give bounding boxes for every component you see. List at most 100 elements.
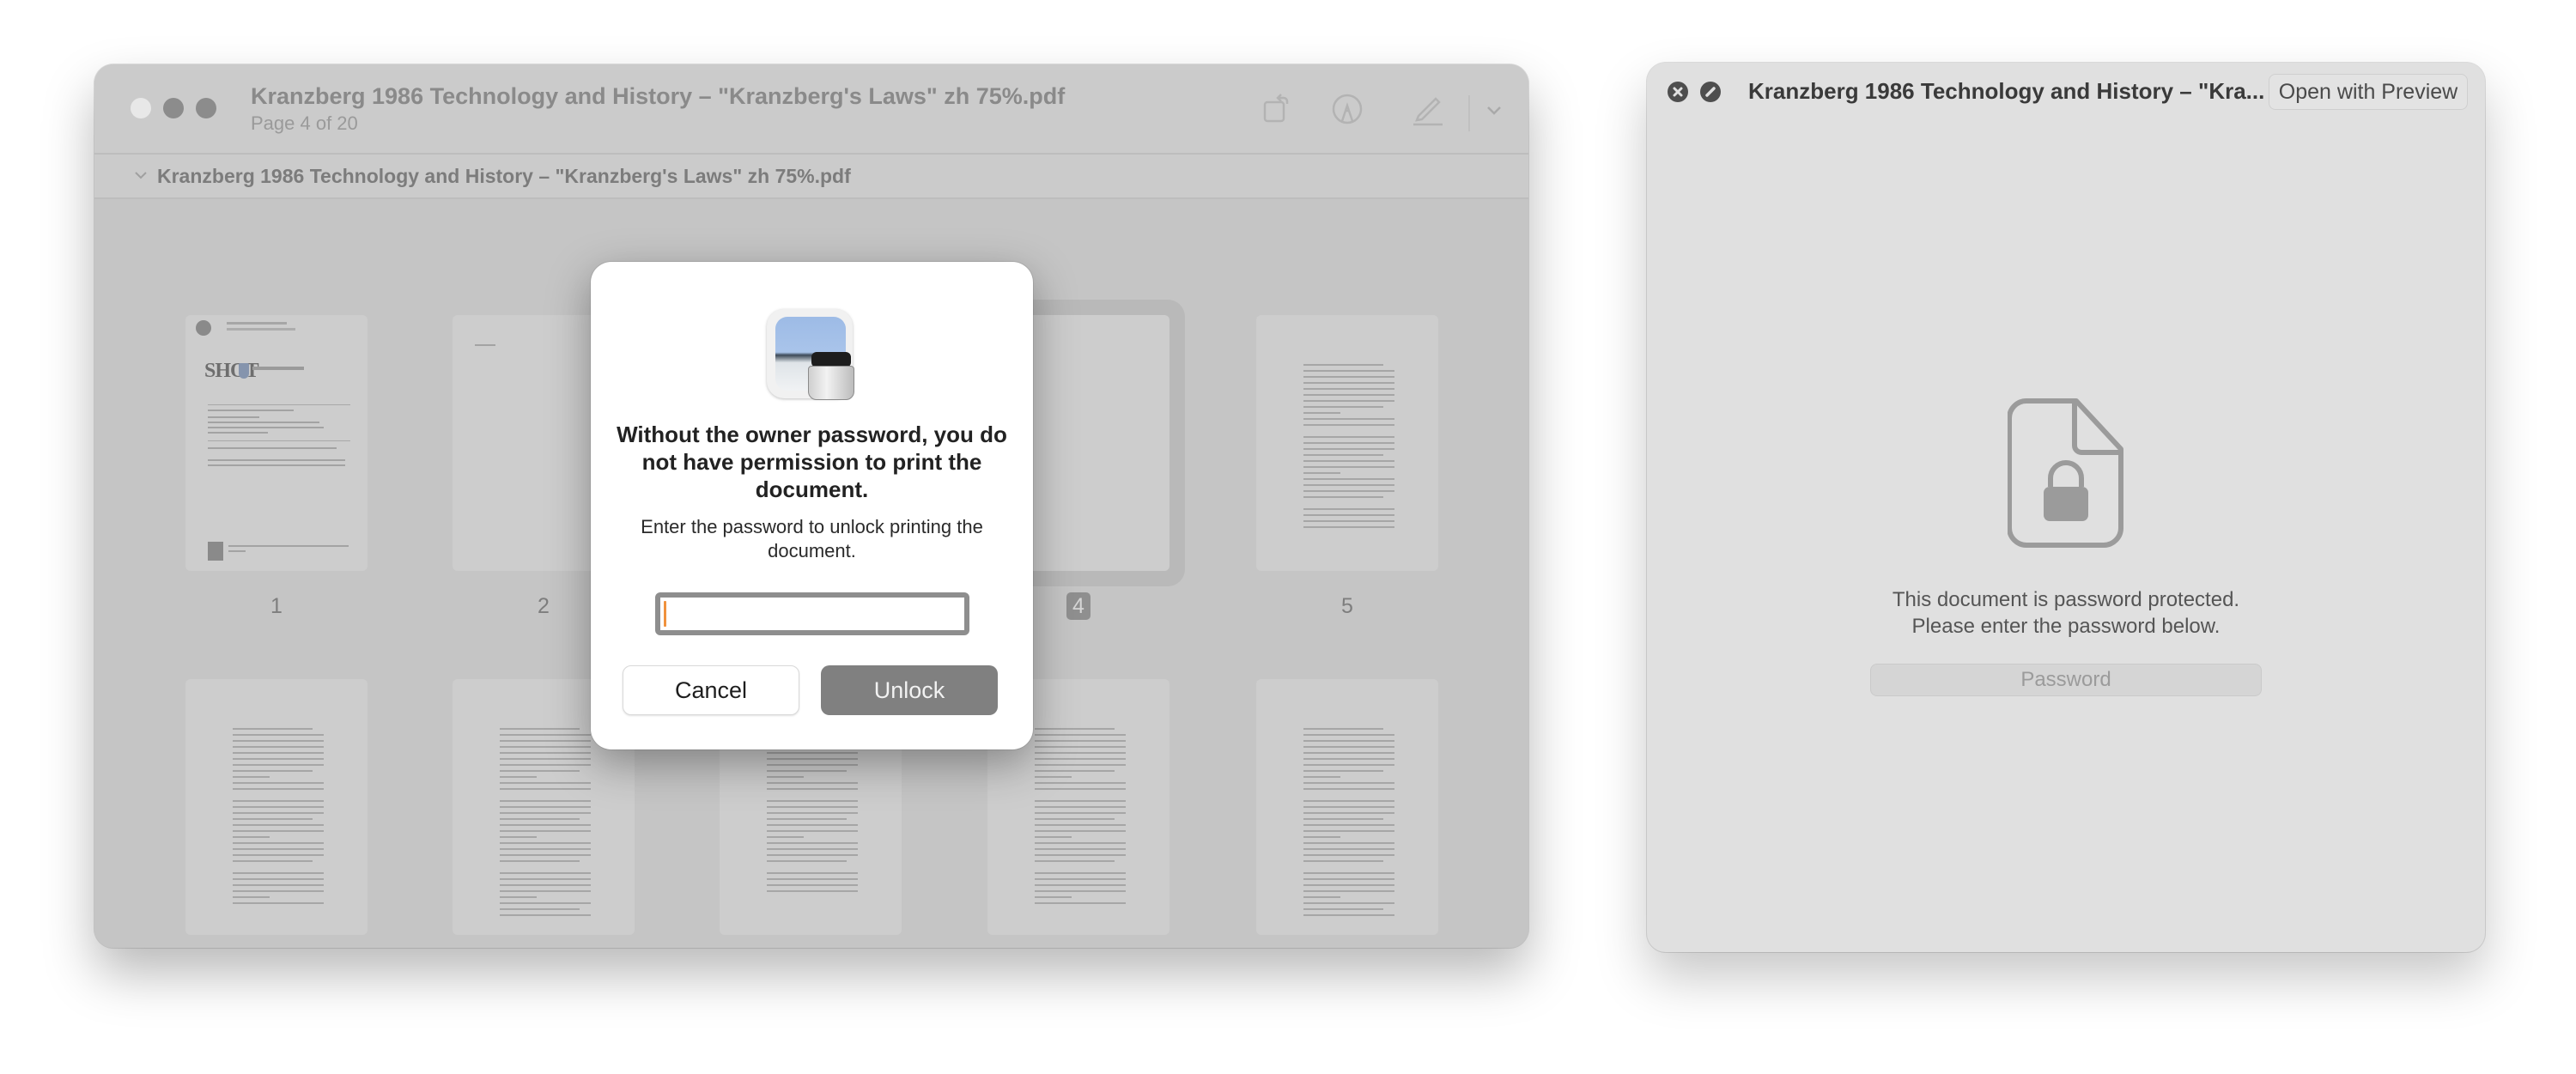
text-line [767,775,804,778]
fullscreen-icon[interactable] [1700,82,1721,102]
text-line [1035,859,1115,862]
divider [208,404,350,405]
text-line [233,853,325,856]
text-line [1303,811,1395,814]
text-line [1035,763,1127,766]
text-line [228,545,349,547]
text-line [767,805,859,808]
text-line [767,781,859,784]
text-line [1035,829,1127,832]
text-line [233,727,313,730]
quicklook-window: Kranzberg 1986 Technology and History – … [1647,63,2485,952]
text-line [500,727,580,730]
owner-password-input[interactable] [655,592,969,635]
text-line [500,847,592,850]
minimize-window-button[interactable] [163,98,184,118]
close-window-button[interactable] [131,98,151,118]
text-line [1303,787,1395,790]
text-line [1303,895,1340,898]
text-line [1303,375,1395,378]
text-line [1303,829,1395,832]
text-line [233,781,325,784]
text-line [500,823,592,826]
text-line [233,799,325,802]
password-input[interactable]: Password [1870,664,2262,696]
zoom-window-button[interactable] [196,98,216,118]
text-line [1303,369,1395,372]
markup-icon[interactable] [1328,90,1366,128]
page-text-block [1303,363,1395,528]
text-line [1035,835,1072,838]
text-line [1035,745,1127,748]
text-line [233,829,325,832]
text-line [1303,907,1384,910]
text-line [233,847,325,850]
text-line [500,745,592,748]
text-line [1303,817,1384,820]
text-line [233,751,325,754]
text-line [1035,877,1127,880]
rotate-left-icon[interactable] [1258,90,1296,128]
text-line [500,859,580,862]
text-line [208,422,319,423]
disclosure-chevron-icon[interactable] [132,167,149,184]
text-line [1035,889,1127,892]
text-line [208,447,337,449]
pencil-underline-icon[interactable] [1408,90,1446,128]
text-line [1303,441,1395,444]
text-line [1303,763,1395,766]
text-line [208,432,268,434]
text-line [233,883,325,886]
text-line [500,877,592,880]
close-icon[interactable] [1668,82,1688,102]
text-line [500,889,592,892]
text-line [1303,853,1395,856]
text-line [233,775,270,778]
text-line [1303,513,1395,516]
jhu-press-logo-icon [239,363,249,379]
text-line [500,871,592,874]
text-line [767,751,859,754]
text-line [1303,387,1395,390]
page-text-block [233,727,325,904]
page-preview [1256,315,1438,571]
text-line [233,841,325,844]
text-line [208,416,259,418]
text-line [1035,853,1127,856]
text-line [1303,453,1384,456]
text-line [208,464,345,466]
text-line [767,757,859,760]
cancel-button[interactable]: Cancel [623,665,799,715]
header-text-line [227,322,287,325]
open-with-preview-button[interactable]: Open with Preview [2269,74,2468,110]
page-number: 1 [270,594,283,618]
page-number: 5 [1341,594,1353,618]
title-bar: Kranzberg 1986 Technology and History – … [94,64,1528,155]
text-line [1303,751,1395,754]
text-line [1035,751,1127,754]
text-line [1035,757,1127,760]
text-line [1303,883,1395,886]
text-line [767,883,859,886]
toolbar-separator [1468,95,1470,131]
text-line [1303,757,1395,760]
page-text-block [767,727,859,892]
unlock-button[interactable]: Unlock [821,665,998,715]
text-line [233,823,325,826]
text-line [1303,727,1384,730]
text-line [767,823,859,826]
text-line [1303,841,1395,844]
text-line [233,745,325,748]
document-section-header[interactable]: Kranzberg 1986 Technology and History – … [94,155,1528,199]
page-text-block [500,727,592,916]
text-line [500,757,592,760]
text-line [1035,733,1127,736]
locked-document-icon [2007,397,2124,549]
header-text-line [227,328,295,331]
text-line [1303,877,1395,880]
text-line [1303,465,1395,468]
text-line [1035,841,1127,844]
divider [208,440,350,441]
chevron-down-icon[interactable] [1479,90,1510,128]
text-line [233,757,325,760]
